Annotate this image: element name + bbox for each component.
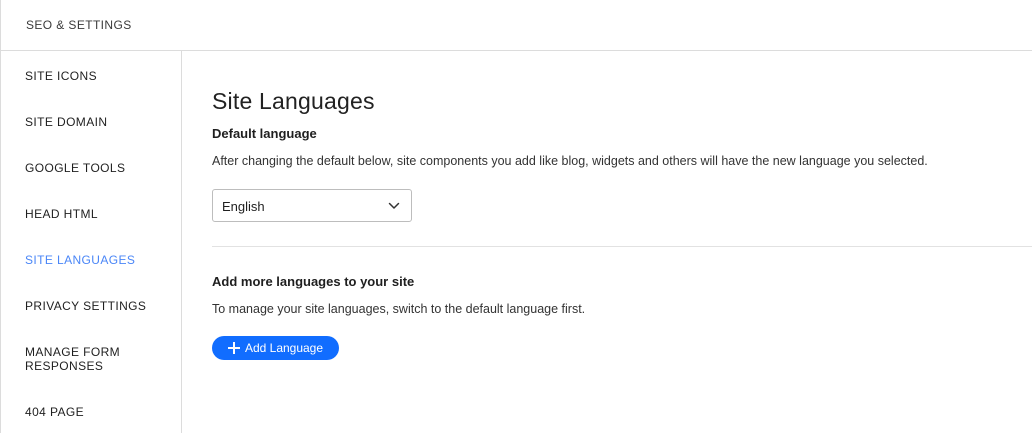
sidebar-item-site-languages[interactable]: SITE LANGUAGES <box>25 253 175 267</box>
sidebar-item-site-icons[interactable]: SITE ICONS <box>25 69 175 83</box>
default-language-value: English <box>222 199 265 214</box>
default-language-heading: Default language <box>212 126 317 141</box>
sidebar-item-privacy-settings[interactable]: PRIVACY SETTINGS <box>25 299 175 313</box>
add-languages-heading: Add more languages to your site <box>212 274 415 289</box>
page-title: Site Languages <box>212 88 375 114</box>
default-language-select[interactable]: English <box>212 189 412 222</box>
sidebar-item-404-page[interactable]: 404 PAGE <box>25 405 175 419</box>
sidebar: SITE ICONS SITE DOMAIN GOOGLE TOOLS HEAD… <box>0 51 182 433</box>
main-content: Site Languages Default language After ch… <box>182 51 1032 433</box>
section-divider <box>212 246 1032 247</box>
add-language-label: Add Language <box>244 341 324 355</box>
chevron-down-icon <box>388 202 400 209</box>
header-title: SEO & SETTINGS <box>26 18 132 32</box>
add-languages-description: To manage your site languages, switch to… <box>212 302 586 316</box>
app-window: SEO & SETTINGS SITE ICONS SITE DOMAIN GO… <box>0 0 1032 433</box>
sidebar-item-head-html[interactable]: HEAD HTML <box>25 207 175 221</box>
plus-icon <box>227 342 240 354</box>
header: SEO & SETTINGS <box>0 0 1032 51</box>
default-language-description: After changing the default below, site c… <box>212 154 928 168</box>
add-language-button[interactable]: Add Language <box>212 336 339 360</box>
sidebar-item-manage-form-responses[interactable]: MANAGE FORM RESPONSES <box>25 345 175 373</box>
sidebar-item-site-domain[interactable]: SITE DOMAIN <box>25 115 175 129</box>
sidebar-item-google-tools[interactable]: GOOGLE TOOLS <box>25 161 175 175</box>
